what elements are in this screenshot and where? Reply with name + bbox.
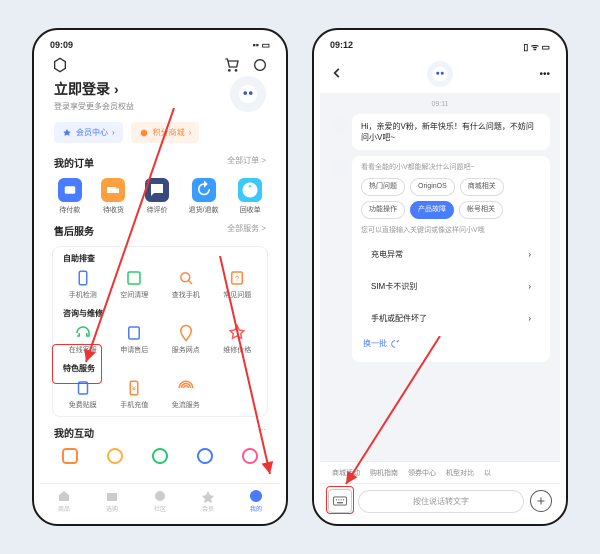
faq-sim[interactable]: SIM卡不识别›: [361, 273, 541, 300]
chip-hot[interactable]: 热门问题: [361, 178, 405, 196]
order-recycle[interactable]: 回收单: [238, 178, 262, 215]
chip-function[interactable]: 功能操作: [361, 201, 405, 219]
interact-more[interactable]: ···: [258, 425, 266, 440]
settings-hex-icon[interactable]: [52, 57, 68, 73]
svc-phone-check[interactable]: 手机检测: [61, 268, 105, 300]
svc-recharge[interactable]: ¥手机充值: [112, 378, 156, 410]
svc-location[interactable]: 服务网点: [164, 323, 208, 355]
svc-freeflow[interactable]: 免流服务: [164, 378, 208, 410]
status-bar: 09:09 ▪▪ ▭: [40, 36, 280, 53]
nav-member[interactable]: 会员: [201, 489, 215, 513]
keyboard-icon[interactable]: [328, 489, 352, 513]
svc-faq[interactable]: ?常见问题: [215, 268, 259, 300]
scan-icon[interactable]: [252, 57, 268, 73]
section-title: 我的订单: [54, 155, 94, 170]
faq-broken[interactable]: 手机或配件坏了›: [361, 305, 541, 332]
interact-3[interactable]: [150, 446, 170, 466]
order-pending-review[interactable]: 待评价: [145, 178, 169, 215]
svc-film[interactable]: 免费贴膜: [61, 378, 105, 410]
nav-home[interactable]: 商品: [57, 489, 71, 513]
service-more[interactable]: 全部服务 >: [227, 223, 266, 238]
chat-input-bar: 按住说话转文字: [320, 483, 560, 518]
tab-more[interactable]: 以: [484, 468, 491, 478]
svc-clean[interactable]: 空间清理: [112, 268, 156, 300]
phone-left: 09:09 ▪▪ ▭ 立即登录› 登录享受更多会员权益 会员中心› 积分商城› …: [32, 28, 288, 526]
chip-mall[interactable]: 商城相关: [460, 178, 504, 196]
tab-coupon[interactable]: 领券中心: [408, 468, 436, 478]
interact-2[interactable]: [105, 446, 125, 466]
pill-member[interactable]: 会员中心›: [54, 122, 123, 143]
tab-promo[interactable]: 商城活动: [332, 468, 360, 478]
chevron-right-icon: ›: [189, 128, 192, 137]
interact-1[interactable]: [60, 446, 80, 466]
back-icon[interactable]: [330, 66, 344, 83]
order-pending-pay[interactable]: 待付款: [58, 178, 82, 215]
svc-price[interactable]: 维修价格: [215, 323, 259, 355]
section-title: 我的互动: [54, 425, 94, 440]
orders-more[interactable]: 全部订单 >: [227, 155, 266, 170]
status-time: 09:09: [50, 40, 73, 51]
plus-icon[interactable]: [530, 490, 552, 512]
orders-row: 待付款 待收货 待评价 退货/退款 回收单: [40, 174, 280, 219]
chat-header: •••: [320, 55, 560, 93]
nav-shop[interactable]: 选购: [105, 489, 119, 513]
chip-product-fault[interactable]: 产品故障: [410, 201, 454, 219]
status-bar: 09:12 ▯ ᯤ ▭: [320, 36, 560, 55]
service-panel: 自助排查 手机检测 空间清理 查找手机 ?常见问题 咨询与维修 在线客服 申请售…: [52, 246, 268, 417]
bottom-nav: 商品 选购 社区 会员 我的: [40, 483, 280, 518]
status-icons: ▯ ᯤ ▭: [523, 40, 550, 53]
chat-bubble-greeting: Hi，亲爱的V粉，新年快乐！有什么问题，不妨问问小V吧~: [352, 114, 550, 150]
nav-mine[interactable]: 我的: [249, 489, 263, 513]
svc-find[interactable]: 查找手机: [164, 268, 208, 300]
chat-timestamp: 09:11: [332, 101, 548, 108]
tab-guide[interactable]: 购机指南: [370, 468, 398, 478]
pill-points[interactable]: 积分商城›: [131, 122, 200, 143]
more-icon[interactable]: •••: [539, 69, 550, 80]
chevron-right-icon: ›: [528, 281, 531, 292]
status-time: 09:12: [330, 40, 353, 53]
chevron-right-icon: ›: [528, 313, 531, 324]
faq-charging[interactable]: 充电异常›: [361, 241, 541, 268]
phone-right: 09:12 ▯ ᯤ ▭ ••• 09:11 Hi，亲爱的V粉，新年快乐！有什么问…: [312, 28, 568, 526]
status-icons: ▪▪ ▭: [253, 40, 270, 51]
section-title: 售后服务: [54, 223, 94, 238]
chip-originos[interactable]: OriginOS: [410, 178, 455, 196]
svc-apply[interactable]: 申请售后: [112, 323, 156, 355]
voice-input[interactable]: 按住说话转文字: [358, 490, 524, 513]
svg-text:¥: ¥: [132, 385, 136, 392]
order-pending-receive[interactable]: 待收货: [101, 178, 125, 215]
avatar[interactable]: [230, 76, 266, 112]
chat-bubble-options: 看看全能的小V都能解决什么问题吧~ 热门问题 OriginOS 商城相关 功能操…: [352, 156, 550, 362]
chevron-right-icon: ›: [112, 128, 115, 137]
bot-avatar[interactable]: [427, 61, 453, 87]
tab-compare[interactable]: 机型对比: [446, 468, 474, 478]
order-refund[interactable]: 退货/退款: [189, 178, 219, 215]
refresh-button[interactable]: 换一批: [363, 338, 539, 349]
cart-icon[interactable]: [224, 57, 240, 73]
svg-text:?: ?: [235, 274, 239, 283]
interact-5[interactable]: [240, 446, 260, 466]
svc-online-support[interactable]: 在线客服: [61, 323, 105, 355]
chip-account[interactable]: 帐号相关: [459, 201, 503, 219]
interact-4[interactable]: [195, 446, 215, 466]
chevron-right-icon: ›: [114, 81, 119, 97]
quick-tabs: 商城活动 购机指南 领券中心 机型对比 以: [320, 461, 560, 484]
chevron-right-icon: ›: [528, 249, 531, 260]
nav-community[interactable]: 社区: [153, 489, 167, 513]
